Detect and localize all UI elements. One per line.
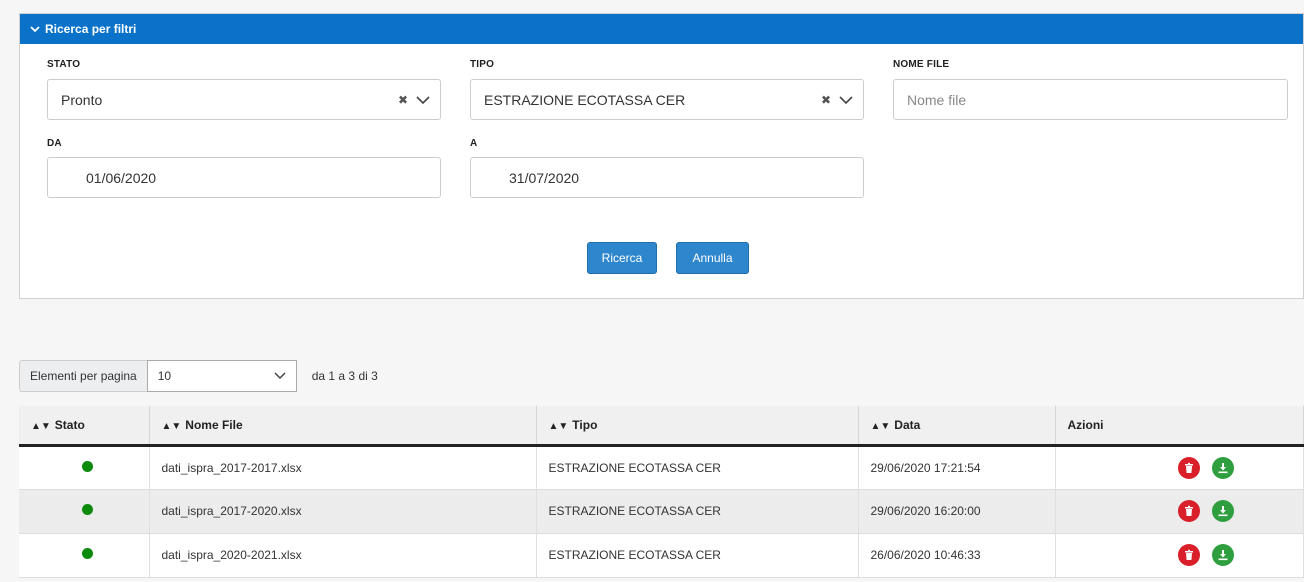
filter-panel-title: Ricerca per filtri (45, 22, 137, 36)
actions-cell (1055, 445, 1304, 490)
page-size-label: Elementi per pagina (19, 360, 147, 392)
tipo-select[interactable]: ESTRAZIONE ECOTASSA CER ✖ (470, 79, 864, 120)
column-label: Nome File (185, 417, 243, 432)
data-cell: 26/06/2020 10:46:33 (858, 533, 1056, 578)
clear-icon[interactable]: ✖ (398, 93, 408, 107)
da-label: DA (47, 138, 62, 149)
cancel-button[interactable]: Annulla (676, 242, 749, 274)
download-icon (1218, 462, 1227, 473)
page-size-value: 10 (157, 369, 172, 383)
stato-cell (19, 533, 150, 578)
column-label: Tipo (572, 417, 598, 432)
column-header-nome-file[interactable]: ▲▼ Nome File (149, 406, 537, 447)
pagination-bar: Elementi per pagina 10 da 1 a 3 di 3 (19, 360, 378, 392)
download-icon (1218, 550, 1227, 561)
delete-button[interactable] (1177, 544, 1200, 566)
download-button[interactable] (1211, 500, 1234, 522)
sort-icon: ▲▼ (870, 420, 891, 432)
chevron-down-icon (274, 372, 286, 380)
status-dot (82, 504, 93, 515)
stato-cell (19, 489, 150, 534)
tipo-cell: ESTRAZIONE ECOTASSA CER (536, 445, 859, 490)
trash-icon (1184, 549, 1193, 560)
trash-icon (1184, 462, 1193, 473)
delete-button[interactable] (1177, 456, 1200, 479)
status-dot (82, 548, 93, 559)
sort-icon: ▲▼ (548, 420, 569, 432)
actions-cell (1055, 489, 1304, 534)
column-header-azioni: Azioni (1055, 406, 1304, 447)
chevron-down-icon (30, 26, 40, 33)
a-value: 31/07/2020 (509, 169, 580, 186)
column-label: Stato (54, 417, 85, 432)
column-label: Azioni (1067, 417, 1104, 432)
page-size-select[interactable]: 10 (146, 360, 297, 392)
chevron-down-icon[interactable] (416, 95, 430, 105)
a-label: A (470, 138, 478, 149)
nome-file-field[interactable] (893, 79, 1288, 120)
clear-icon[interactable]: ✖ (821, 93, 831, 107)
results-table: ▲▼ Stato ▲▼ Nome File ▲▼ Tipo ▲▼ Data Azioni… (19, 406, 1304, 578)
table-row: dati_ispra_2020-2021.xlsx ESTRAZIONE ECO… (19, 533, 1304, 578)
stato-select[interactable]: Pronto ✖ (47, 79, 441, 120)
stato-value: Pronto (61, 91, 103, 108)
table-row: dati_ispra_2017-2017.xlsx ESTRAZIONE ECO… (19, 445, 1304, 490)
nome-file-cell: dati_ispra_2020-2021.xlsx (149, 533, 537, 578)
status-dot (82, 460, 93, 472)
tipo-cell: ESTRAZIONE ECOTASSA CER (536, 489, 859, 534)
column-header-stato[interactable]: ▲▼ Stato (19, 406, 150, 447)
tipo-value: ESTRAZIONE ECOTASSA CER (484, 91, 686, 108)
chevron-down-icon[interactable] (839, 95, 853, 105)
nome-file-cell: dati_ispra_2017-2017.xlsx (149, 445, 537, 490)
column-label: Data (894, 417, 921, 432)
a-date-field[interactable]: 31/07/2020 (470, 157, 864, 198)
nome-file-label: NOME FILE (893, 59, 950, 70)
trash-icon (1184, 505, 1193, 516)
tipo-cell: ESTRAZIONE ECOTASSA CER (536, 533, 859, 578)
da-date-field[interactable]: 01/06/2020 (47, 157, 441, 198)
download-icon (1218, 506, 1227, 517)
download-button[interactable] (1211, 456, 1234, 479)
pagination-info: da 1 a 3 di 3 (311, 369, 378, 383)
stato-label: STATO (47, 59, 81, 70)
tipo-label: TIPO (470, 59, 495, 70)
data-cell: 29/06/2020 16:20:00 (858, 489, 1056, 534)
sort-icon: ▲▼ (161, 420, 182, 432)
filter-panel: Ricerca per filtri STATO Pronto ✖ TIPO E… (19, 13, 1304, 299)
stato-cell (19, 445, 150, 490)
data-cell: 29/06/2020 17:21:54 (858, 445, 1056, 490)
filter-panel-header[interactable]: Ricerca per filtri (20, 14, 1303, 44)
da-value: 01/06/2020 (86, 169, 157, 186)
column-header-tipo[interactable]: ▲▼ Tipo (536, 406, 859, 447)
table-row: dati_ispra_2017-2020.xlsx ESTRAZIONE ECO… (19, 489, 1304, 534)
download-button[interactable] (1211, 544, 1234, 566)
sort-icon: ▲▼ (31, 420, 51, 432)
actions-cell (1055, 533, 1304, 578)
nome-file-input[interactable] (894, 91, 1287, 108)
delete-button[interactable] (1177, 500, 1200, 522)
search-button[interactable]: Ricerca (587, 242, 657, 274)
column-header-data[interactable]: ▲▼ Data (858, 406, 1056, 447)
table-header-row: ▲▼ Stato ▲▼ Nome File ▲▼ Tipo ▲▼ Data Azioni (19, 406, 1304, 447)
nome-file-cell: dati_ispra_2017-2020.xlsx (149, 489, 537, 534)
